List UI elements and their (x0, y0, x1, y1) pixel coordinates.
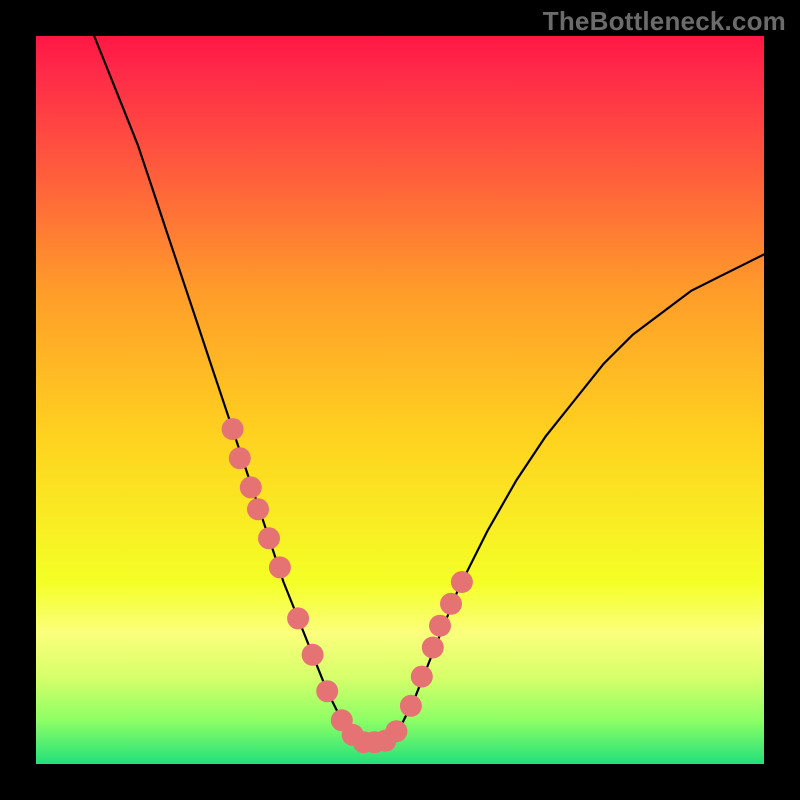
marker-point (400, 695, 422, 717)
marker-point (247, 498, 269, 520)
marker-point (411, 666, 433, 688)
chart-frame: TheBottleneck.com (0, 0, 800, 800)
marker-point (422, 637, 444, 659)
marker-point (287, 607, 309, 629)
marker-point (229, 447, 251, 469)
marker-point (258, 527, 280, 549)
marker-point (269, 556, 291, 578)
marker-point (240, 476, 262, 498)
marker-point (302, 644, 324, 666)
marker-point (222, 418, 244, 440)
marker-point (316, 680, 338, 702)
marker-point (385, 720, 407, 742)
plot-background (36, 36, 764, 764)
bottleneck-chart (0, 0, 800, 800)
marker-point (451, 571, 473, 593)
marker-point (440, 593, 462, 615)
marker-point (429, 615, 451, 637)
